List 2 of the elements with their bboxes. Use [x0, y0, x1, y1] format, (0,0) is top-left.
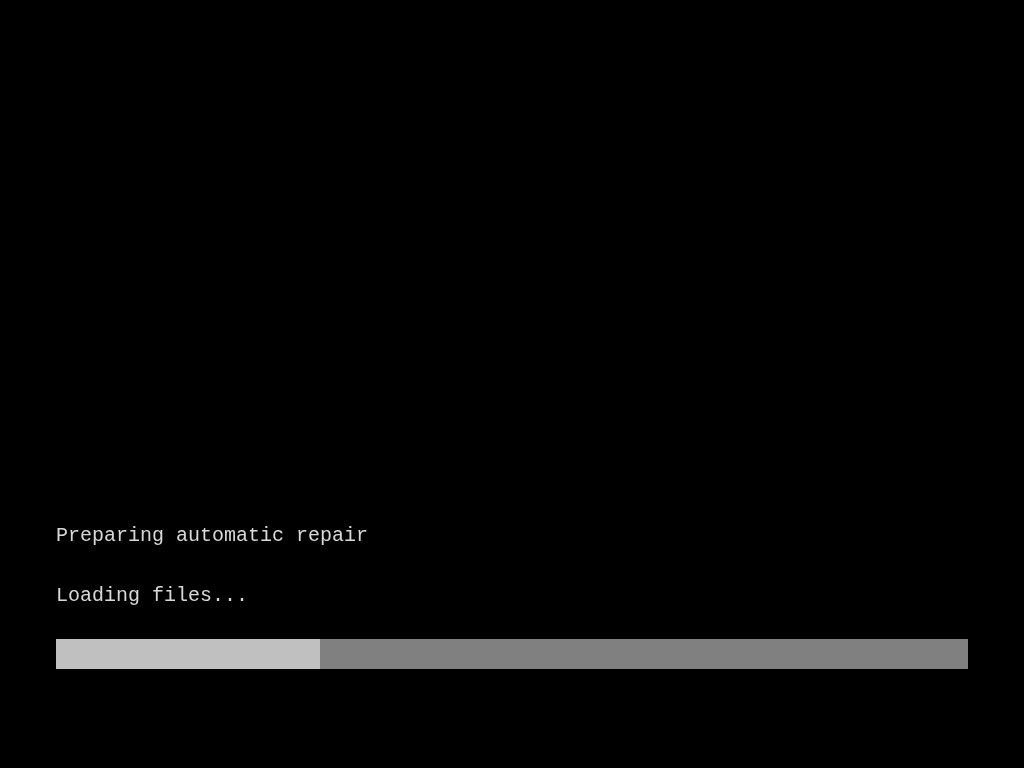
status-text: Loading files... — [56, 584, 249, 608]
repair-title: Preparing automatic repair — [56, 524, 369, 548]
